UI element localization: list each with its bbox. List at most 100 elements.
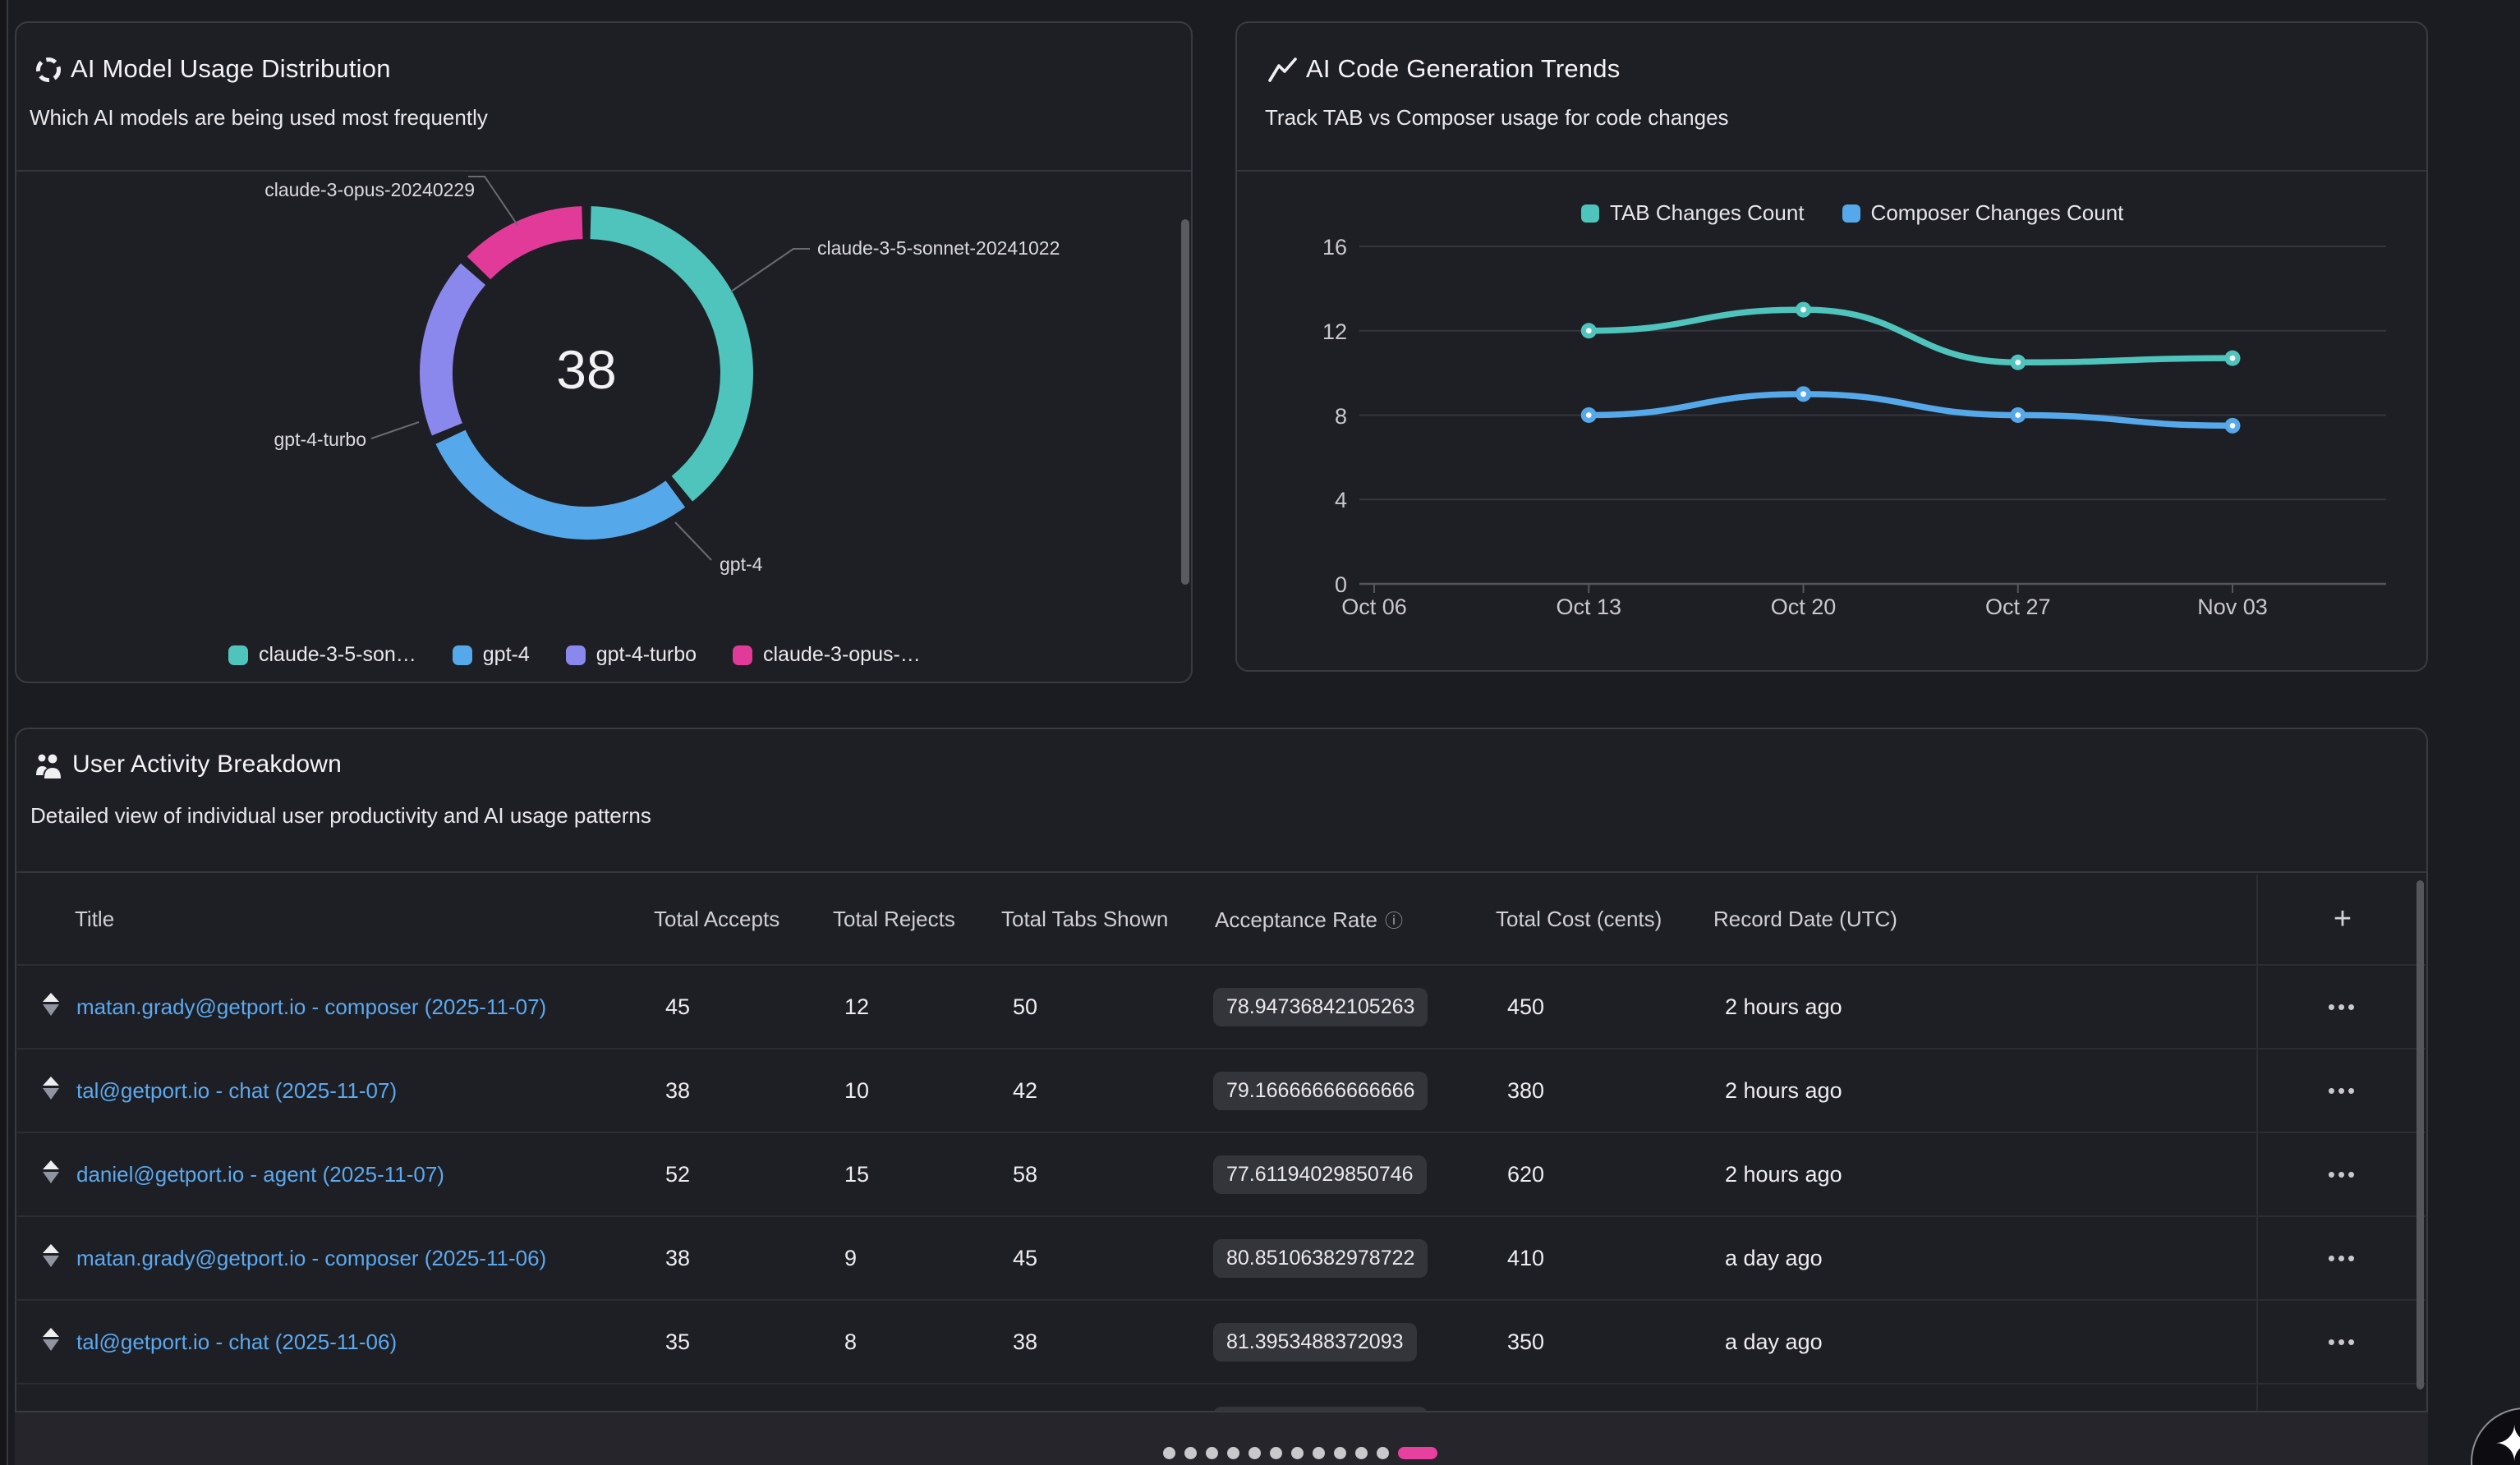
header-Total Rejects[interactable]: Total Rejects bbox=[833, 907, 1001, 932]
row-menu-button[interactable]: ••• bbox=[2328, 994, 2357, 1020]
card-scrollbar-thumb[interactable] bbox=[1181, 219, 1189, 585]
header-Acceptance Rate[interactable]: Acceptance Rateⓘ bbox=[1215, 907, 1496, 933]
donut-center-value: 38 bbox=[504, 338, 669, 401]
header-Total Accepts[interactable]: Total Accepts bbox=[654, 907, 833, 932]
cell-total-cost: 620 bbox=[1496, 1162, 1713, 1187]
donut-segment-gpt-4-turbo[interactable] bbox=[436, 274, 473, 429]
add-column-button[interactable]: + bbox=[2329, 901, 2357, 938]
row-title-link[interactable]: daniel@getport.io - agent (2025-11-07) bbox=[65, 1162, 654, 1187]
page-dot[interactable] bbox=[1249, 1447, 1261, 1459]
acceptance-rate-pill: 80.85106382978722 bbox=[1213, 1239, 1428, 1278]
dashboard-page: AI Model Usage Distribution Which AI mod… bbox=[0, 0, 2520, 1465]
trend-legend: TAB Changes Count Composer Changes Count bbox=[1581, 200, 2123, 226]
x-tick-label: Oct 06 bbox=[1308, 595, 1440, 620]
row-menu-button[interactable]: ••• bbox=[2328, 1162, 2357, 1187]
page-dot[interactable] bbox=[1334, 1447, 1346, 1459]
series-Composer Changes Count bbox=[1589, 394, 2233, 426]
card-header-divider bbox=[16, 170, 1191, 172]
sparkle-icon: ✦ bbox=[2494, 1416, 2520, 1465]
page-dot[interactable] bbox=[1313, 1447, 1325, 1459]
acceptance-rate-pill: 79.16666666666666 bbox=[1213, 1072, 1428, 1110]
user-activity-title: User Activity Breakdown bbox=[72, 751, 342, 778]
legend-item-gpt-4-turbo[interactable]: gpt-4-turbo bbox=[566, 643, 697, 667]
legend-item-claude-3-opus-20240229[interactable]: claude-3-opus-… bbox=[733, 643, 921, 667]
callout-gpt-4: gpt-4 bbox=[720, 553, 762, 576]
table-row: daniel@getport.io - agent (2025-11-07) 5… bbox=[16, 1132, 2427, 1215]
page-dot-active[interactable] bbox=[1398, 1447, 1437, 1459]
page-dot[interactable] bbox=[1184, 1447, 1197, 1459]
acceptance-rate-pill: 77.61194029850746 bbox=[1213, 1155, 1427, 1194]
users-icon bbox=[34, 752, 66, 784]
cell-total-accepts: 35 bbox=[654, 1330, 833, 1355]
cell-total-cost: 450 bbox=[1496, 994, 1713, 1020]
legend-item-gpt-4[interactable]: gpt-4 bbox=[453, 643, 530, 667]
gem-icon bbox=[16, 992, 65, 1022]
row-menu-button[interactable]: ••• bbox=[2328, 1246, 2357, 1271]
callout-claude-3-5-sonnet: claude-3-5-sonnet-20241022 bbox=[817, 237, 1060, 259]
user-activity-subtitle: Detailed view of individual user product… bbox=[30, 803, 651, 829]
page-dot[interactable] bbox=[1227, 1447, 1239, 1459]
left-panel-divider bbox=[7, 0, 8, 1465]
cell-total-cost: 380 bbox=[1496, 1078, 1713, 1104]
assistant-fab-button[interactable]: ✦ ✦ bbox=[2471, 1408, 2520, 1465]
header-Total Tabs Shown[interactable]: Total Tabs Shown bbox=[1001, 907, 1215, 932]
cell-total-tabs-shown: 38 bbox=[1001, 1330, 1215, 1355]
row-title-link[interactable]: tal@getport.io - chat (2025-11-06) bbox=[65, 1330, 654, 1355]
cell-total-rejects: 8 bbox=[833, 1330, 1001, 1355]
row-menu-button[interactable]: ••• bbox=[2328, 1330, 2357, 1355]
legend-swatch bbox=[566, 645, 586, 665]
cell-record-date: 2 hours ago bbox=[1713, 994, 2256, 1020]
x-tick-label: Oct 20 bbox=[1738, 595, 1869, 620]
page-dot[interactable] bbox=[1206, 1447, 1218, 1459]
row-title-link[interactable]: tal@getport.io - chat (2025-11-07) bbox=[65, 1078, 654, 1104]
x-tick-label: Oct 27 bbox=[1952, 595, 2084, 620]
cell-total-accepts: 52 bbox=[654, 1162, 833, 1187]
card-header-divider bbox=[1237, 170, 2426, 172]
info-icon[interactable]: ⓘ bbox=[1385, 911, 1403, 931]
header-Title[interactable]: Title bbox=[65, 907, 654, 932]
card-header-divider bbox=[16, 871, 2426, 873]
model-usage-subtitle: Which AI models are being used most freq… bbox=[30, 105, 488, 131]
table-scrollbar-thumb[interactable] bbox=[2417, 880, 2424, 1389]
code-trends-subtitle: Track TAB vs Composer usage for code cha… bbox=[1265, 105, 1729, 131]
page-dot[interactable] bbox=[1270, 1447, 1282, 1459]
gem-icon bbox=[16, 1243, 65, 1274]
page-dot[interactable] bbox=[1163, 1447, 1175, 1459]
cell-total-rejects: 15 bbox=[833, 1162, 1001, 1187]
row-title-link[interactable]: matan.grady@getport.io - composer (2025-… bbox=[65, 1246, 654, 1271]
cell-total-cost: 350 bbox=[1496, 1330, 1713, 1355]
model-usage-title: AI Model Usage Distribution bbox=[71, 54, 391, 84]
donut-chart-icon bbox=[34, 56, 62, 88]
carousel-pagination bbox=[1163, 1447, 1437, 1459]
page-dot[interactable] bbox=[1355, 1447, 1368, 1459]
table-header-row: TitleTotal AcceptsTotal RejectsTotal Tab… bbox=[16, 875, 2427, 964]
page-dot[interactable] bbox=[1377, 1447, 1389, 1459]
cell-total-tabs-shown: 45 bbox=[1001, 1246, 1215, 1271]
cell-record-date: 2 hours ago bbox=[1713, 1078, 2256, 1104]
legend-item-TAB Changes Count[interactable]: TAB Changes Count bbox=[1581, 200, 1805, 226]
acceptance-rate-pill: 78.94736842105263 bbox=[1213, 988, 1428, 1026]
legend-item-claude-3-5-sonnet-20241022[interactable]: claude-3-5-son… bbox=[228, 643, 416, 667]
gem-icon bbox=[16, 1327, 65, 1357]
row-title-link[interactable]: matan.grady@getport.io - composer (2025-… bbox=[65, 994, 654, 1020]
legend-swatch bbox=[1581, 204, 1599, 223]
cell-total-rejects: 10 bbox=[833, 1078, 1001, 1104]
legend-item-Composer Changes Count[interactable]: Composer Changes Count bbox=[1842, 200, 2124, 226]
donut-segment-gpt-4[interactable] bbox=[451, 437, 676, 523]
callout-claude-3-opus: claude-3-opus-20240229 bbox=[264, 179, 475, 201]
donut-segment-claude-3-opus-20240229[interactable] bbox=[479, 223, 582, 268]
y-tick-label: 8 bbox=[1290, 404, 1347, 429]
user-activity-table: TitleTotal AcceptsTotal RejectsTotal Tab… bbox=[16, 875, 2427, 1465]
header-Record Date (UTC)[interactable]: Record Date (UTC) bbox=[1713, 907, 2256, 932]
page-dot[interactable] bbox=[1291, 1447, 1304, 1459]
cell-record-date: 2 hours ago bbox=[1713, 1162, 2256, 1187]
cell-total-cost: 410 bbox=[1496, 1246, 1713, 1271]
acceptance-rate-pill: 81.3953488372093 bbox=[1213, 1323, 1417, 1362]
row-menu-button[interactable]: ••• bbox=[2328, 1078, 2357, 1104]
trending-line-icon bbox=[1268, 57, 1298, 88]
cell-total-rejects: 9 bbox=[833, 1246, 1001, 1271]
table-row: tal@getport.io - chat (2025-11-07) 38 10… bbox=[16, 1048, 2427, 1132]
cell-total-tabs-shown: 42 bbox=[1001, 1078, 1215, 1104]
cell-total-accepts: 45 bbox=[654, 994, 833, 1020]
header-Total Cost (cents)[interactable]: Total Cost (cents) bbox=[1496, 907, 1713, 932]
